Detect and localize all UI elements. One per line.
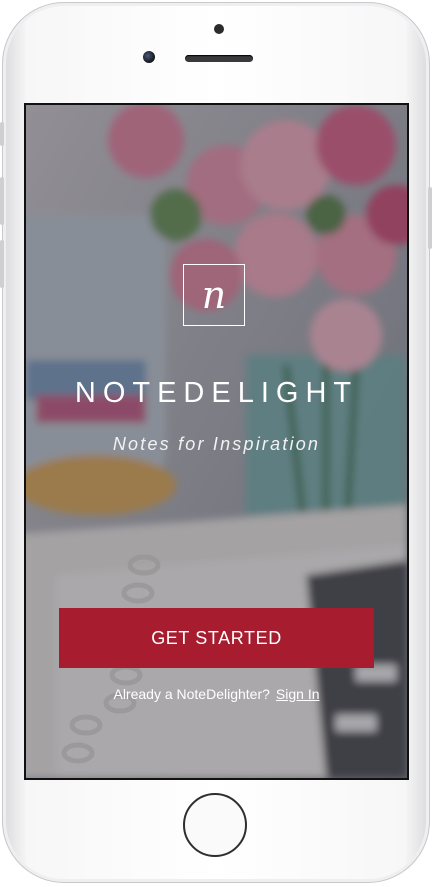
volume-up-button (0, 177, 4, 225)
sign-in-row: Already a NoteDelighter? Sign In (26, 686, 407, 702)
earpiece-speaker (185, 55, 253, 62)
app-logo: n (183, 264, 245, 326)
app-tagline: Notes for Inspiration (112, 434, 321, 454)
sign-in-link[interactable]: Sign In (276, 686, 320, 702)
mute-switch (0, 122, 4, 146)
proximity-sensor (214, 24, 224, 34)
app-screen: n NOTEDELIGHT Notes for Inspiration GET … (24, 103, 409, 780)
logo-letter: n (201, 273, 227, 317)
app-title: NOTEDELIGHT (74, 377, 359, 409)
front-camera (143, 51, 155, 63)
existing-user-prompt: Already a NoteDelighter? (113, 686, 270, 702)
get-started-button[interactable]: GET STARTED (59, 608, 374, 668)
get-started-label: GET STARTED (151, 627, 282, 648)
power-button (428, 187, 432, 249)
home-button[interactable] (183, 793, 247, 857)
volume-down-button (0, 240, 4, 288)
